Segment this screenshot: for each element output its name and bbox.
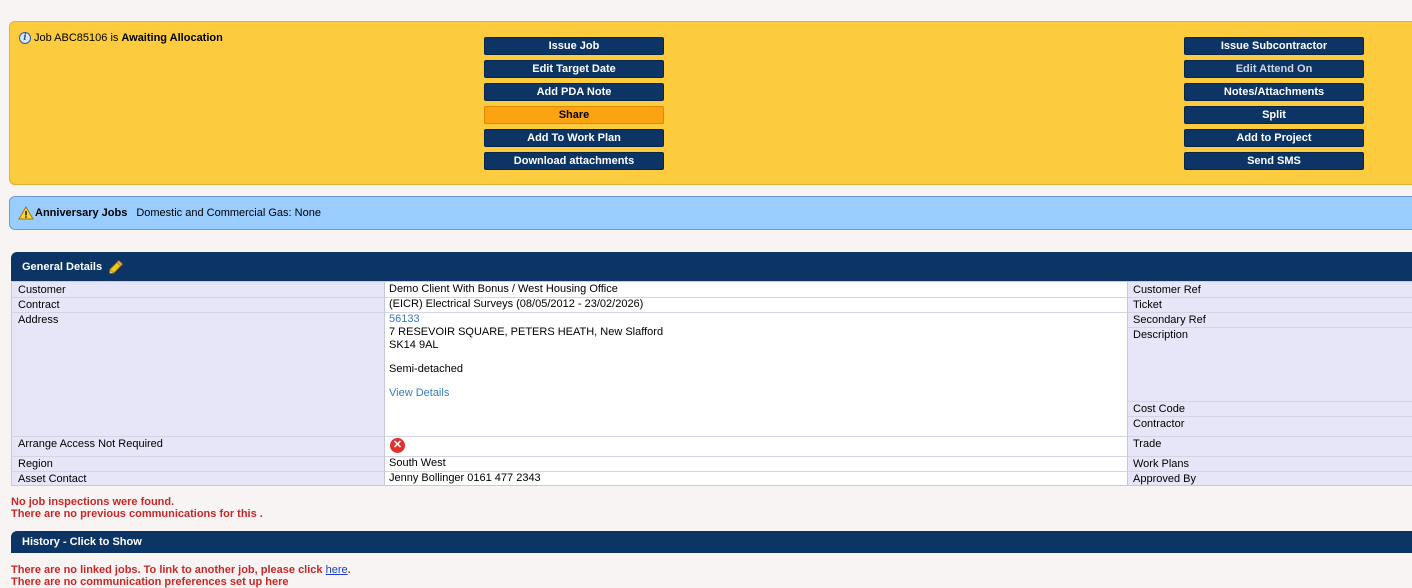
anniversary-text: Domestic and Commercial Gas: None [136, 207, 321, 219]
divider [1127, 416, 1412, 417]
linked-jobs-text: There are no linked jobs. To link to ano… [11, 564, 326, 576]
contractor-label: Contractor [1127, 416, 1412, 436]
add-pda-note-button[interactable]: Add PDA Note [484, 83, 664, 101]
work-plans-label: Work Plans [1127, 456, 1412, 471]
region-label: Region [12, 456, 384, 471]
contract-value: (EICR) Electrical Surveys (08/05/2012 - … [384, 297, 1127, 312]
cost-code-label: Cost Code [1127, 401, 1412, 416]
address-value: 56133 7 RESEVOIR SQUARE, PETERS HEATH, N… [384, 312, 1127, 436]
linked-jobs-suffix: . [347, 564, 351, 576]
job-actions-panel: i Job ABC85106 is Awaiting Allocation Is… [9, 21, 1412, 185]
address-postcode: SK14 9AL [389, 339, 439, 351]
region-value: South West [384, 456, 1127, 471]
divider [1127, 327, 1412, 328]
address-ref-link[interactable]: 56133 [389, 313, 420, 325]
add-to-work-plan-button[interactable]: Add To Work Plan [484, 129, 664, 147]
comm-prefs-message: There are no communication preferences s… [11, 576, 289, 588]
customer-label: Customer [12, 282, 384, 297]
customer-value: Demo Client With Bonus / West Housing Of… [384, 282, 1127, 297]
address-line: 7 RESEVOIR SQUARE, PETERS HEATH, New Sla… [389, 326, 664, 338]
send-sms-button[interactable]: Send SMS [1184, 152, 1364, 170]
description-label: Description [1127, 327, 1412, 401]
address-type: Semi-detached [389, 363, 463, 375]
job-status-value: Awaiting Allocation [121, 32, 223, 44]
notes-attachments-button[interactable]: Notes/Attachments [1184, 83, 1364, 101]
general-details-table: Customer Demo Client With Bonus / West H… [11, 281, 1412, 486]
asset-contact-label: Asset Contact [12, 471, 384, 485]
job-status-prefix: Job ABC85106 is [34, 32, 119, 44]
edit-target-date-button[interactable]: Edit Target Date [484, 60, 664, 78]
issue-subcontractor-button[interactable]: Issue Subcontractor [1184, 37, 1364, 55]
asset-contact-value: Jenny Bollinger 0161 477 2343 [384, 471, 1127, 485]
trade-label: Trade [1127, 436, 1412, 456]
approved-by-label: Approved By [1127, 471, 1412, 485]
download-attachments-button[interactable]: Download attachments [484, 152, 664, 170]
info-icon: i [19, 32, 31, 44]
history-header[interactable]: History - Click to Show [11, 531, 1412, 553]
no-inspections-message: No job inspections were found. [11, 496, 175, 508]
divider [12, 456, 1412, 457]
share-button[interactable]: Share [484, 106, 664, 124]
divider [384, 282, 385, 485]
divider [12, 312, 1412, 313]
job-status: i Job ABC85106 is Awaiting Allocation [19, 32, 223, 44]
customer-ref-label: Customer Ref [1127, 282, 1412, 297]
cross-icon: ✕ [390, 438, 405, 453]
arrange-access-value: ✕ [384, 436, 1127, 456]
divider [1127, 401, 1412, 402]
divider [12, 471, 1412, 472]
split-button[interactable]: Split [1184, 106, 1364, 124]
pencil-icon[interactable] [108, 259, 124, 275]
divider [1127, 282, 1128, 485]
view-details-link[interactable]: View Details [389, 387, 449, 399]
general-details-header[interactable]: General Details [11, 252, 1412, 281]
warning-icon [18, 206, 34, 220]
divider [12, 436, 1412, 437]
edit-attend-on-button[interactable]: Edit Attend On [1184, 60, 1364, 78]
anniversary-title: Anniversary Jobs [35, 207, 128, 219]
general-details-title: General Details [22, 260, 103, 273]
secondary-ref-label: Secondary Ref [1127, 312, 1412, 327]
issue-job-button[interactable]: Issue Job [484, 37, 664, 55]
divider [12, 297, 1412, 298]
ticket-label: Ticket [1127, 297, 1412, 312]
anniversary-panel: Anniversary Jobs Domestic and Commercial… [9, 196, 1412, 230]
arrange-access-label: Arrange Access Not Required [12, 436, 384, 456]
address-label: Address [12, 312, 384, 436]
add-to-project-button[interactable]: Add to Project [1184, 129, 1364, 147]
no-previous-comms-message: There are no previous communications for… [11, 508, 263, 520]
linked-jobs-message: There are no linked jobs. To link to ano… [11, 564, 351, 576]
link-job-here-link[interactable]: here [326, 564, 348, 576]
contract-label: Contract [12, 297, 384, 312]
history-title: History - Click to Show [22, 536, 142, 548]
